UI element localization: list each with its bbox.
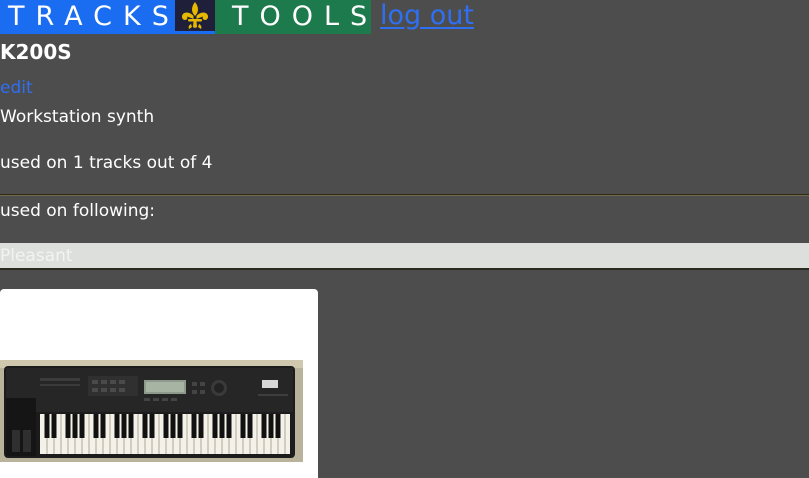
track-name[interactable]: Pleasant [0, 246, 73, 266]
divider [0, 194, 809, 196]
brand-tools[interactable]: TOOLS [215, 0, 371, 34]
page-title: K200S [0, 40, 72, 64]
header: TRACKS TOOLS log out [0, 0, 474, 34]
edit-link[interactable]: edit [0, 78, 33, 98]
logout-link[interactable]: log out [380, 0, 474, 34]
page: TRACKS TOOLS log out K200S edit Workstat… [0, 0, 809, 478]
track-list-item[interactable]: Pleasant [0, 243, 809, 270]
synthesizer-photo [0, 360, 303, 462]
fleur-de-lis-icon[interactable] [175, 0, 215, 34]
instrument-photo-card [0, 289, 318, 478]
usage-list-heading: used on following: [0, 201, 156, 221]
brand-tracks[interactable]: TRACKS [0, 0, 175, 34]
instrument-description: Workstation synth [0, 107, 155, 127]
usage-summary: used on 1 tracks out of 4 [0, 153, 213, 173]
